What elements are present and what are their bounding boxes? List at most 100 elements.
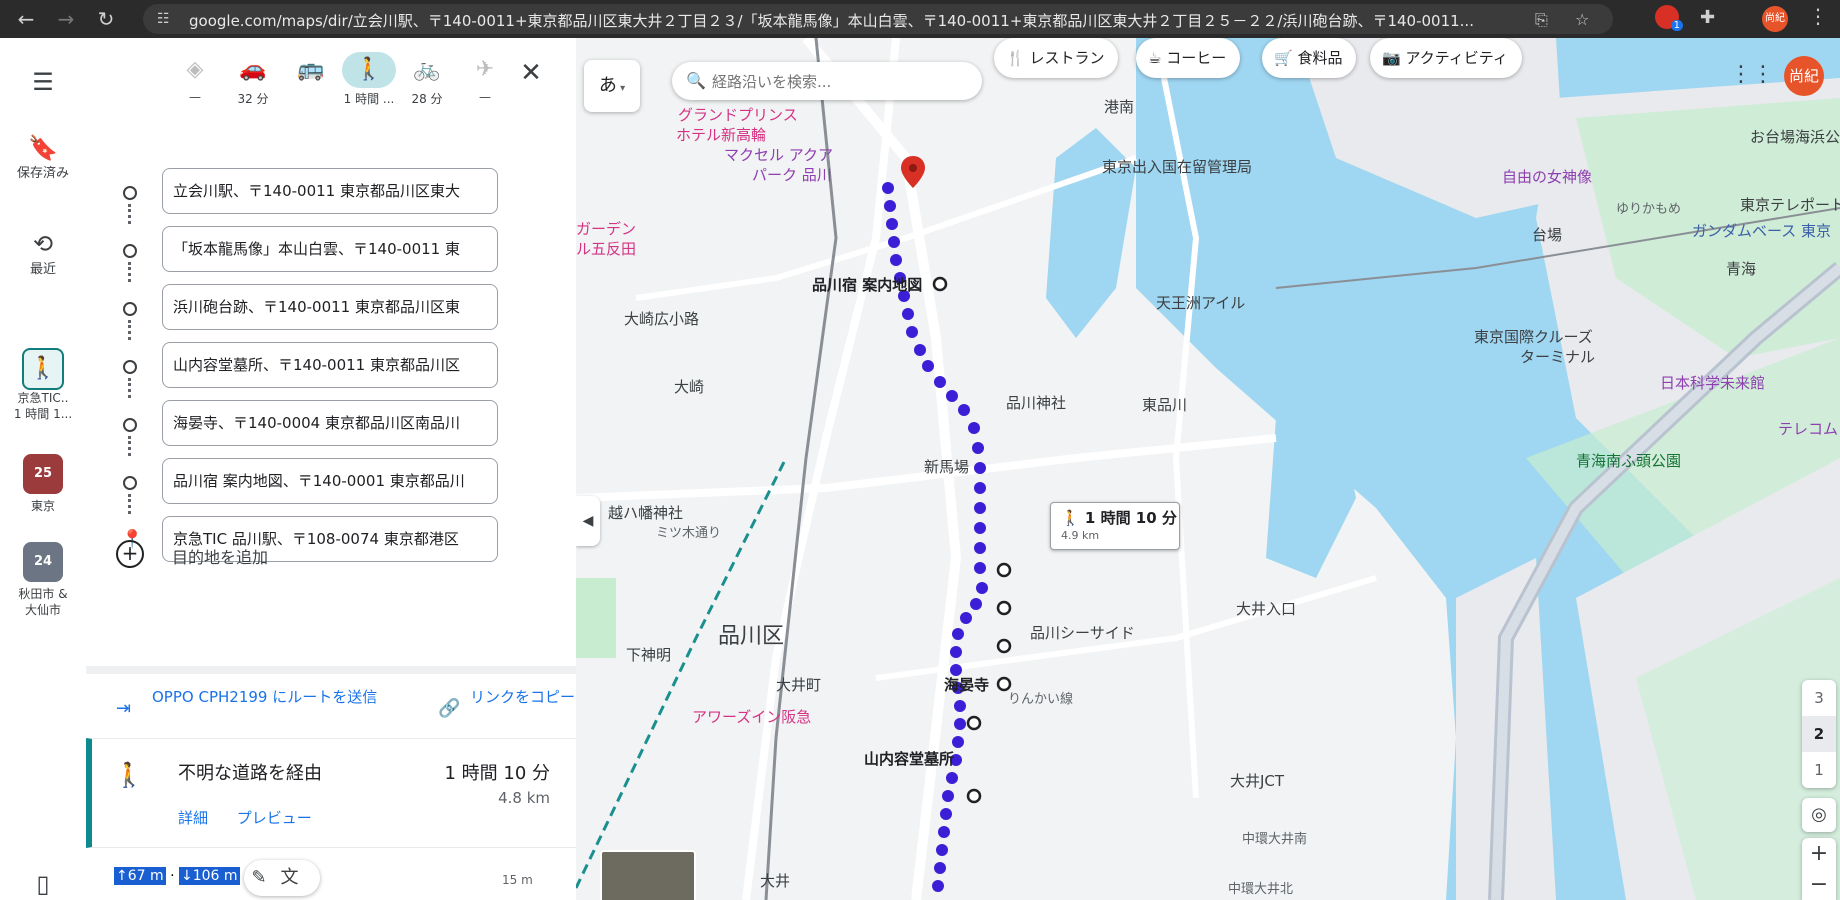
map-label-poi[interactable]: ガーデン	[576, 218, 636, 239]
my-location-icon[interactable]: ◎	[1802, 798, 1836, 832]
map-label-poi[interactable]: ホテル新高輪	[676, 124, 766, 145]
apps-grid-icon[interactable]: ⋮⋮	[1730, 62, 1774, 87]
copy-link-button[interactable]: リンクをコピー	[470, 686, 576, 708]
map-label-station[interactable]: 品川シーサイド	[1030, 622, 1135, 643]
mode-best[interactable]: ◈ —	[166, 52, 224, 122]
floating-tools[interactable]: ✎文	[244, 860, 320, 896]
waypoint-field[interactable]: 「坂本龍馬像」本山白雲、〒140-0011 東	[162, 226, 498, 272]
recent-tokyo-item[interactable]: 25 東京	[0, 454, 86, 514]
map-label-station[interactable]: 大井町	[776, 674, 821, 695]
saved-button[interactable]: 🔖 保存済み	[0, 134, 86, 181]
mode-transit[interactable]: 🚌	[282, 52, 340, 122]
phone-icon[interactable]: ▯	[0, 870, 86, 898]
map-label-poi[interactable]: ル五反田	[576, 238, 636, 259]
map-label-poi[interactable]: パーク 品川	[752, 164, 832, 185]
street-view-thumbnail[interactable]	[600, 850, 696, 900]
zoom-in-button[interactable]: +	[1802, 838, 1836, 869]
forward-arrow-icon[interactable]: →	[54, 7, 78, 31]
map-label-station[interactable]: 新馬場	[924, 456, 969, 477]
map-label[interactable]: 品川神社	[1006, 392, 1066, 413]
search-icon: 🔍	[686, 71, 706, 90]
map-label-station[interactable]: 天王洲アイル	[1156, 292, 1245, 313]
map-label-poi[interactable]: 日本科学未来館	[1660, 372, 1765, 393]
route-via: 不明な道路を経由	[178, 763, 322, 784]
waypoint-row: 立会川駅、〒140-0011 東京都品川区東大	[86, 168, 576, 226]
account-avatar[interactable]: 尚紀	[1784, 56, 1824, 96]
map-label-poi[interactable]: アワーズイン阪急	[692, 706, 811, 727]
chip-coffee[interactable]: ☕ コーヒー	[1136, 38, 1241, 78]
back-arrow-icon[interactable]: ←	[14, 7, 38, 31]
waypoint-row: 「坂本龍馬像」本山白雲、〒140-0011 東	[86, 226, 576, 284]
zoom-out-button[interactable]: −	[1802, 869, 1836, 900]
close-directions-icon[interactable]: ✕	[516, 58, 546, 88]
map-label-waypoint[interactable]: 山内容堂墓所	[864, 748, 954, 769]
map-label-poi[interactable]: ガンダムベース 東京	[1692, 220, 1831, 241]
waypoint-field[interactable]: 品川宿 案内地図、〒140-0001 東京都品川	[162, 458, 498, 504]
recent-trip-item[interactable]: 🚶 京急TIC.. 1 時間 1...	[0, 348, 86, 422]
reload-icon[interactable]: ↻	[94, 7, 118, 31]
map-label-poi[interactable]: グランドプリンス	[678, 104, 798, 125]
extension-icon[interactable]: 1	[1655, 5, 1683, 31]
recent-trip-line1: 京急TIC..	[17, 391, 69, 405]
floor-3[interactable]: 3	[1802, 680, 1836, 716]
map-label[interactable]: 越ハ幡神社	[608, 502, 683, 523]
map-label-station[interactable]: 下神明	[626, 644, 671, 665]
recent-button[interactable]: ⟲ 最近	[0, 230, 86, 277]
waypoint-field[interactable]: 立会川駅、〒140-0011 東京都品川区東大	[162, 168, 498, 214]
map-label-poi[interactable]: お台場海浜公園	[1750, 126, 1840, 147]
waypoint-field[interactable]: 海晏寺、〒140-0004 東京都品川区南品川	[162, 400, 498, 446]
route-eta-callout[interactable]: 🚶 1 時間 10 分 4.9 km	[1050, 502, 1180, 550]
input-method-button[interactable]: あ ▾	[584, 60, 640, 112]
mode-bike[interactable]: 🚲 28 分	[398, 52, 456, 122]
mode-drive[interactable]: 🚗 32 分	[224, 52, 282, 122]
map-canvas[interactable]: 品川区 グランドプリンス ホテル新高輪 マクセル アクア パーク 品川 ガーデン…	[576, 38, 1840, 900]
details-link[interactable]: 詳細	[178, 809, 208, 827]
bookmark-star-icon[interactable]: ☆	[1575, 10, 1589, 29]
map-label-poi[interactable]: 東京出入国在留管理局	[1102, 156, 1252, 177]
route-option[interactable]: 🚶 不明な道路を経由 1 時間 10 分 4.8 km 詳細 プレビュー	[86, 738, 576, 848]
menu-button[interactable]: ☰	[0, 68, 86, 96]
map-label-poi[interactable]: 青海南ふ頭公園	[1576, 450, 1681, 471]
mode-flight[interactable]: ✈ —	[456, 52, 514, 122]
map-label-station[interactable]: 台場	[1532, 224, 1562, 245]
mode-walk[interactable]: 🚶 1 時間 ...	[340, 52, 398, 122]
chip-groceries[interactable]: 🛒 食料品	[1262, 38, 1357, 78]
map-label-poi[interactable]: テレコム	[1778, 418, 1838, 439]
map-label-waypoint[interactable]: 品川宿 案内地図	[812, 274, 922, 295]
collapse-panel-button[interactable]: ◀	[576, 496, 600, 546]
floor-1[interactable]: 1	[1802, 752, 1836, 788]
map-label-station[interactable]: 大崎	[674, 376, 704, 397]
preview-link[interactable]: プレビュー	[237, 809, 312, 827]
url-text[interactable]: google.com/maps/dir/立会川駅、〒140-0011+東京都品川…	[189, 10, 1519, 31]
waypoint-field[interactable]: 山内容堂墓所、〒140-0011 東京都品川区	[162, 342, 498, 388]
map-label-waypoint[interactable]: 海晏寺	[944, 674, 989, 695]
browser-profile-avatar[interactable]: 尚紀	[1762, 6, 1788, 32]
tokyo-label: 東京	[30, 499, 55, 513]
mode-flight-label: —	[479, 90, 491, 104]
install-app-icon[interactable]: ⎘	[1535, 10, 1548, 30]
extensions-puzzle-icon[interactable]: ✚	[1700, 7, 1715, 28]
akita-label-1: 秋田市 &	[18, 587, 68, 601]
map-label-poi[interactable]: 東京国際クルーズ	[1474, 326, 1593, 347]
add-destination-button[interactable]: + 目的地を追加	[116, 538, 516, 570]
map-label-poi[interactable]: マクセル アクア	[724, 144, 833, 165]
chevron-down-icon: ▾	[616, 83, 626, 94]
map-label-station[interactable]: 大崎広小路	[624, 308, 699, 329]
floor-2[interactable]: 2	[1802, 716, 1836, 752]
waypoint-field[interactable]: 浜川砲台跡、〒140-0011 東京都品川区東	[162, 284, 498, 330]
elevation-summary: ↑67 m · ↓106 m	[114, 867, 240, 885]
search-along-route-input[interactable]	[710, 69, 974, 95]
map-label-poi[interactable]: 自由の女神像	[1502, 166, 1592, 187]
waypoint-row: 山内容堂墓所、〒140-0011 東京都品川区	[86, 342, 576, 400]
address-bar[interactable]: ☷ google.com/maps/dir/立会川駅、〒140-0011+東京都…	[143, 4, 1613, 34]
map-label: ゆりかもめ	[1616, 202, 1682, 217]
map-label-station[interactable]: 東京テレポート	[1740, 194, 1840, 215]
browser-menu-icon[interactable]: ⋮	[1808, 4, 1828, 28]
recent-akita-item[interactable]: 24 秋田市 & 大仙市	[0, 542, 86, 618]
search-along-route[interactable]: 🔍	[672, 62, 982, 100]
chip-restaurants[interactable]: 🍴 レストラン	[994, 38, 1119, 78]
map-label-poi[interactable]: ターミナル	[1520, 346, 1595, 367]
site-info-icon[interactable]: ☷	[157, 10, 175, 28]
send-to-phone-link[interactable]: OPPO CPH2199 にルートを送信	[152, 686, 392, 708]
chip-activities[interactable]: 📷 アクティビティ	[1370, 38, 1522, 78]
